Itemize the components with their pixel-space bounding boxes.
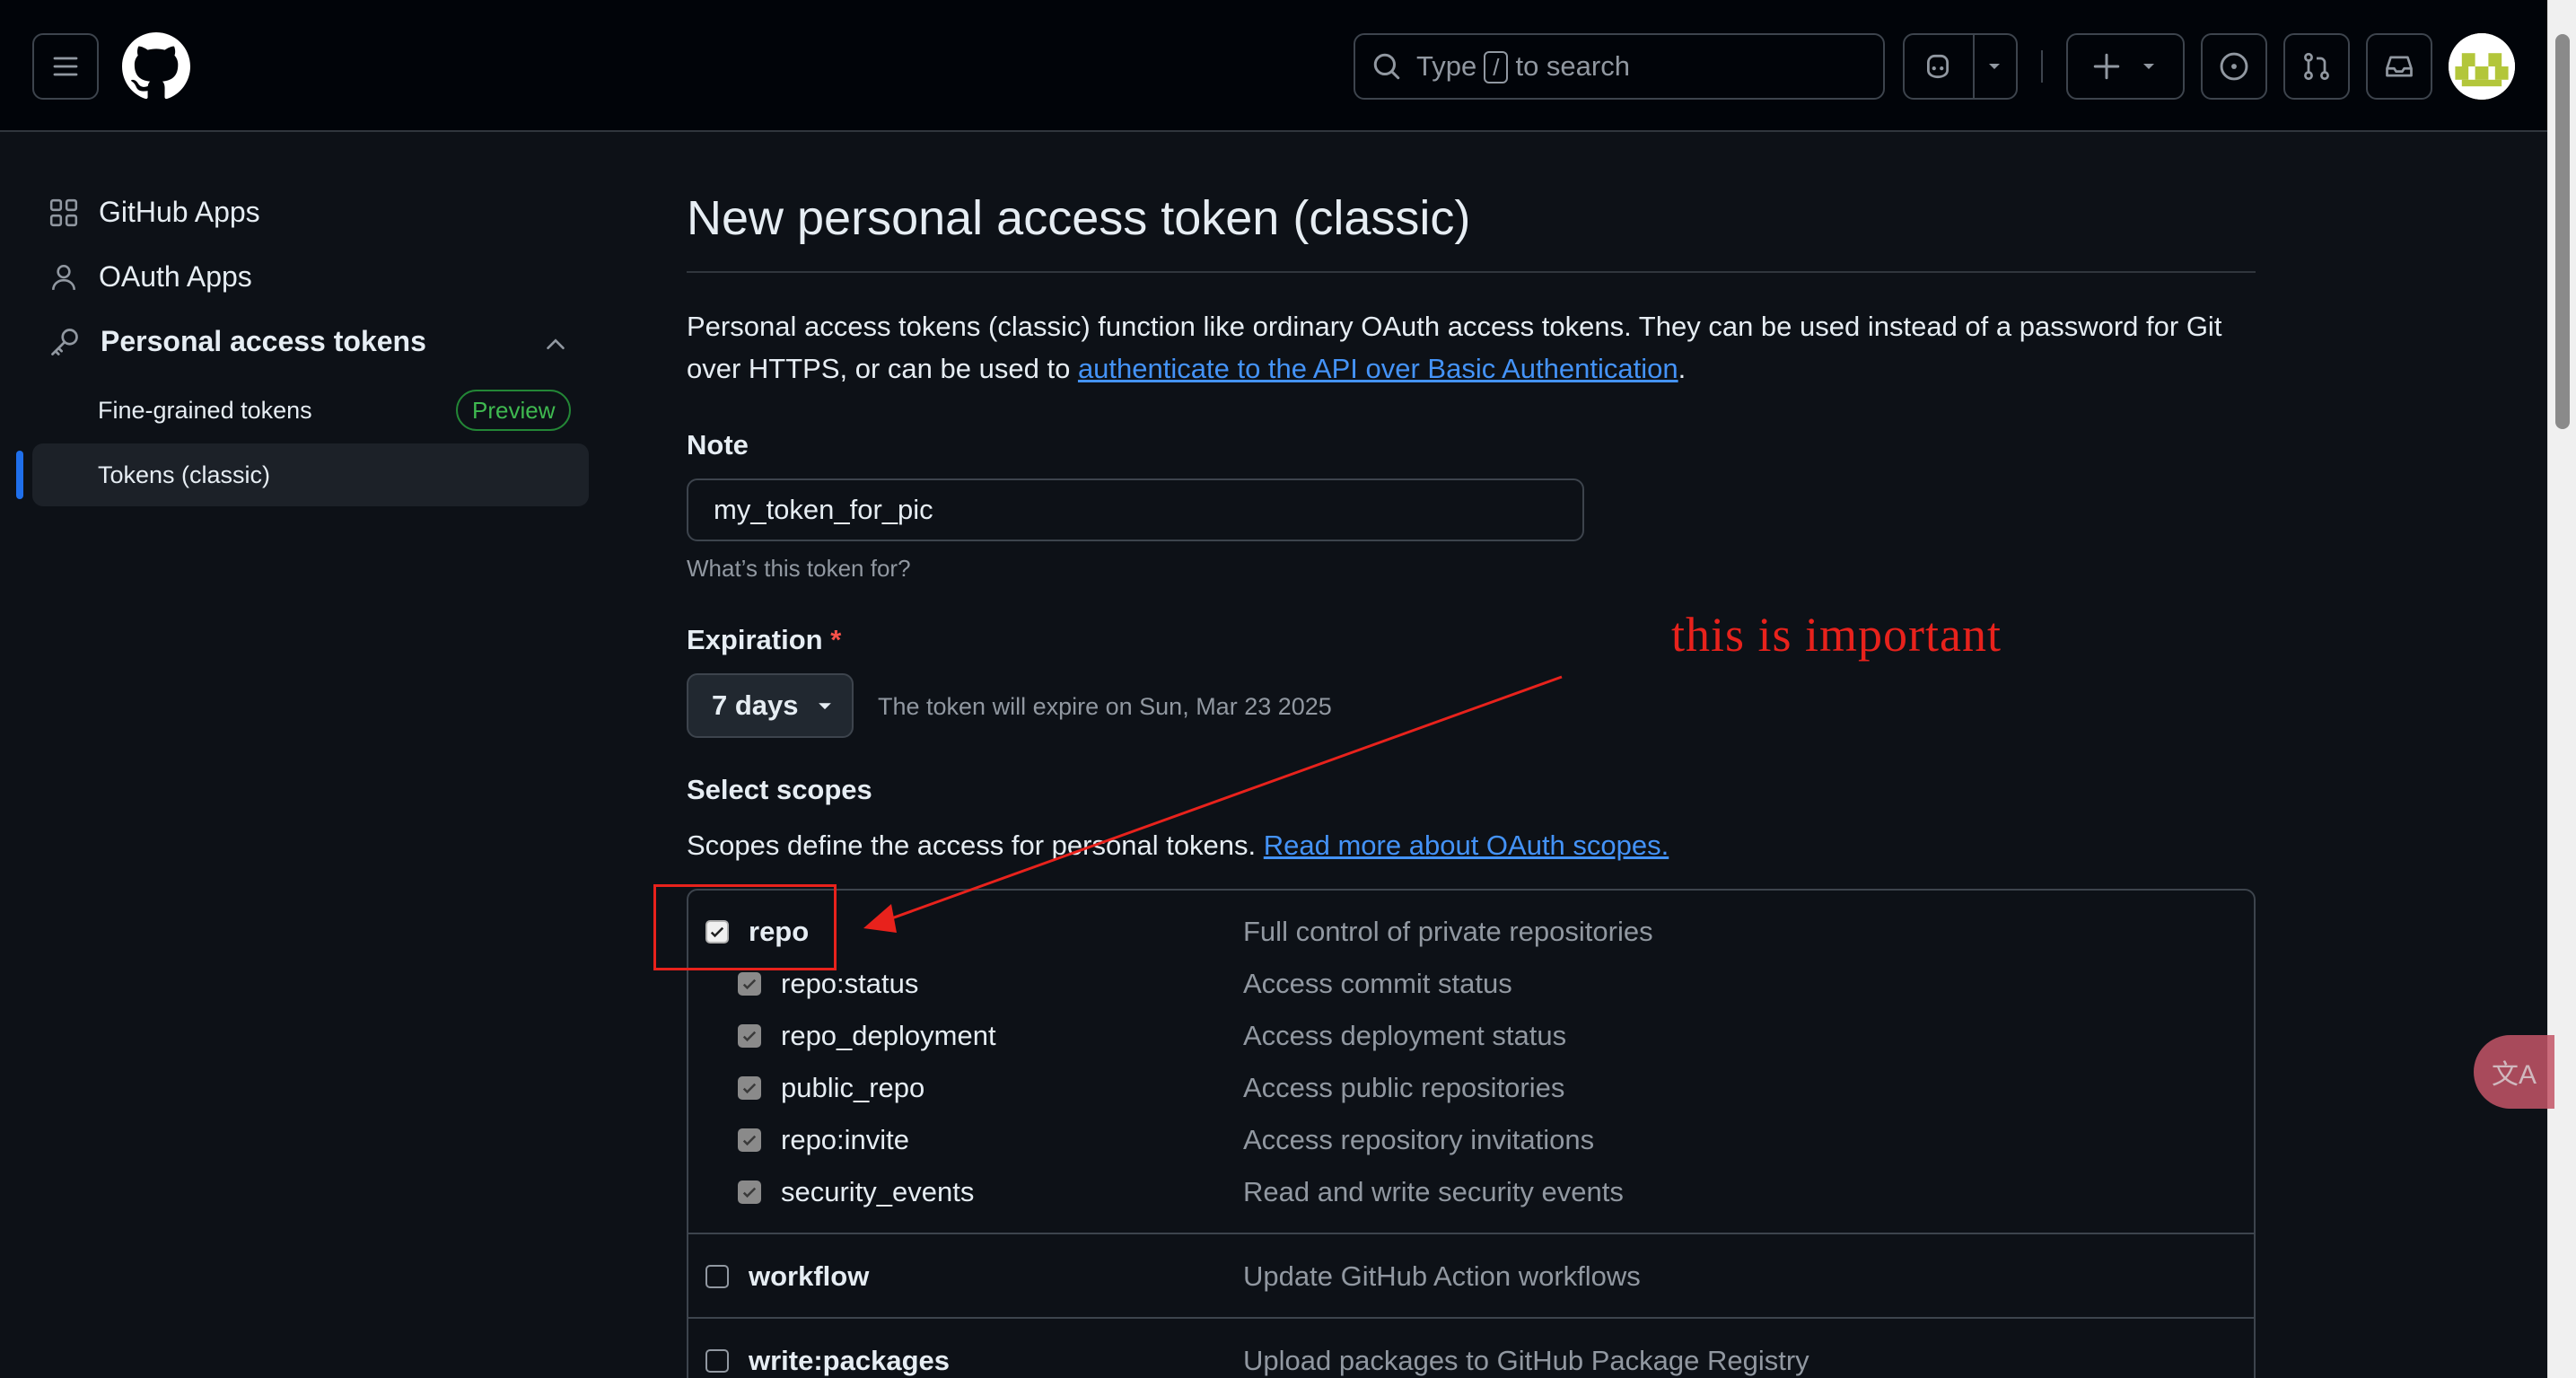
top-header: Type / to search [0,0,2547,132]
scrollbar-thumb[interactable] [2555,34,2570,429]
scope-description: Update GitHub Action workflows [1243,1260,1641,1292]
expiration-note: The token will expire on Sun, Mar 23 202… [878,693,1332,720]
note-hint: What’s this token for? [687,555,911,582]
active-indicator [16,451,23,499]
scope-description: Upload packages to GitHub Package Regist… [1243,1345,1809,1376]
annotation-highlight-box [653,884,837,970]
sidebar-item-label: Tokens (classic) [98,461,271,488]
required-marker: * [830,624,842,655]
slash-key: / [1484,50,1509,83]
scope-description: Access repository invitations [1243,1124,1595,1155]
issues-button[interactable] [2201,33,2267,100]
search-placeholder: Type / to search [1416,49,1630,83]
select-scopes-label: Select scopes [687,774,872,805]
scope-row-repo-deployment[interactable]: repo_deployment [738,1020,996,1052]
public-repo-checkbox[interactable] [738,1076,761,1100]
hamburger-icon [53,57,78,76]
title-divider [687,271,2256,273]
scope-description: Access commit status [1243,968,1512,999]
scope-description: Access public repositories [1243,1072,1565,1103]
page-scrollbar[interactable] [2547,0,2576,1378]
person-icon [52,264,75,290]
page-title: New personal access token (classic) [687,191,1471,245]
scope-row-write-packages[interactable]: write:packages [705,1345,950,1377]
search-input[interactable]: Type / to search [1354,33,1885,100]
copilot-button[interactable] [1903,33,2018,100]
scope-row-repo-invite[interactable]: repo:invite [738,1124,909,1156]
workflow-checkbox[interactable] [705,1265,729,1288]
repo-deployment-checkbox[interactable] [738,1024,761,1048]
note-field[interactable] [687,478,1584,541]
scope-name: workflow [749,1260,870,1292]
issue-opened-icon [2220,52,2248,81]
copilot-icon [1926,54,1950,79]
write-packages-checkbox[interactable] [705,1349,729,1373]
menu-button[interactable] [32,33,99,100]
git-pull-request-icon [2304,52,2329,81]
repo-invite-checkbox[interactable] [738,1128,761,1152]
scope-name: repo:status [781,968,919,999]
apps-grid-icon [49,198,78,226]
triangle-down-icon [818,703,831,710]
plus-icon [2093,53,2120,80]
key-icon [51,328,78,355]
scope-divider [688,1317,2254,1319]
scope-row-public-repo[interactable]: public_repo [738,1072,924,1104]
avatar[interactable] [2449,33,2515,100]
scope-divider [688,1233,2254,1234]
search-icon [1373,53,1400,80]
inbox-button[interactable] [2366,33,2432,100]
scopes-description: Scopes define the access for personal to… [687,829,1669,861]
scope-name: security_events [781,1176,975,1207]
scope-row-workflow[interactable]: workflow [705,1260,869,1293]
page-description: Personal access tokens (classic) functio… [687,311,2222,384]
github-logo-icon[interactable] [122,32,190,101]
repo-status-checkbox[interactable] [738,972,761,996]
sidebar-item-label: Personal access tokens [101,325,426,357]
expiration-select[interactable]: 7 days [687,673,854,738]
scope-description: Full control of private repositories [1243,916,1653,947]
pull-requests-button[interactable] [2283,33,2350,100]
expiration-label: Expiration * [687,624,842,655]
scope-row-repo-status[interactable]: repo:status [738,968,918,1000]
translate-icon[interactable]: 文A [2474,1035,2554,1109]
sidebar-item-label: Fine-grained tokens [98,396,312,424]
note-label: Note [687,429,749,461]
scope-name: repo_deployment [781,1020,996,1051]
sidebar-item-tokens-classic[interactable]: Tokens (classic) [32,443,589,506]
scope-row-security-events[interactable]: security_events [738,1176,974,1208]
scope-name: write:packages [749,1345,950,1376]
expiration-value: 7 days [712,689,799,721]
sidebar-item-label: OAuth Apps [99,260,252,293]
sidebar-item-github-apps[interactable]: GitHub Apps [48,196,260,229]
scope-description: Access deployment status [1243,1020,1567,1051]
sidebar-item-personal-access-tokens[interactable]: Personal access tokens [48,325,426,358]
preview-badge: Preview [456,390,572,431]
scope-description: Read and write security events [1243,1176,1624,1207]
basic-auth-link[interactable]: authenticate to the API over Basic Authe… [1078,353,1678,384]
security-events-checkbox[interactable] [738,1181,761,1204]
sidebar-item-label: GitHub Apps [99,196,260,228]
annotation-text: this is important [1671,608,2002,662]
scope-name: repo:invite [781,1124,910,1155]
sidebar-item-oauth-apps[interactable]: OAuth Apps [48,260,252,294]
oauth-scopes-link[interactable]: Read more about OAuth scopes. [1264,829,1669,861]
chevron-down-icon [2143,64,2154,69]
scope-name: public_repo [781,1072,925,1103]
inbox-icon [2386,56,2413,77]
chevron-down-icon[interactable] [1984,56,2005,77]
chevron-up-icon[interactable] [542,330,569,357]
create-new-button[interactable] [2066,33,2185,100]
